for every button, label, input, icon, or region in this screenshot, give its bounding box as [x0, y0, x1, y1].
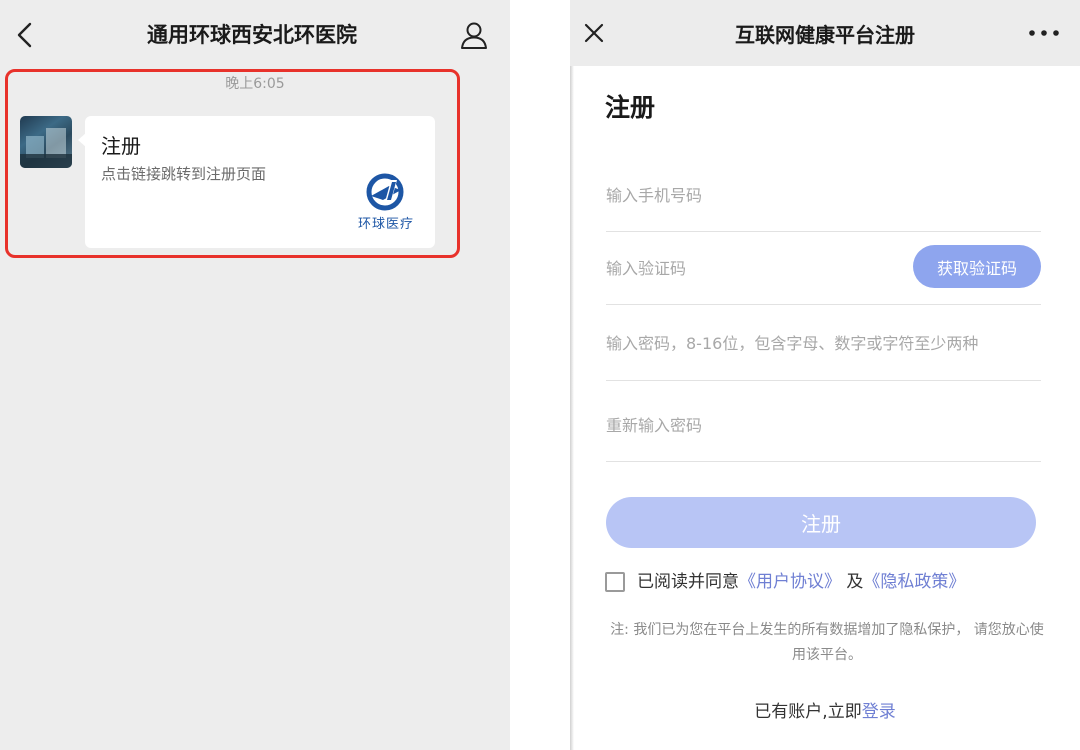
confirm-password-input[interactable] [606, 410, 906, 440]
get-code-button[interactable]: 获取验证码 [913, 245, 1041, 288]
agreement-prefix: 已阅读并同意 [637, 572, 739, 592]
user-agreement-link[interactable]: 《用户协议》 [739, 572, 841, 592]
privacy-policy-link[interactable]: 《隐私政策》 [863, 572, 965, 592]
register-header-title: 互联网健康平台注册 [735, 23, 915, 47]
register-button[interactable]: 注册 [606, 497, 1036, 548]
confirm-password-row [606, 381, 1041, 462]
agreement-text: 已阅读并同意《用户协议》 及《隐私政策》 [637, 569, 965, 595]
register-header: 互联网健康平台注册 [570, 0, 1080, 66]
verification-code-input[interactable] [606, 253, 886, 283]
user-icon[interactable] [458, 19, 490, 51]
page-title: 注册 [605, 93, 656, 122]
chat-title: 通用环球西安北环医院 [147, 23, 357, 47]
agreement-conjunction: 及 [841, 572, 864, 592]
login-prompt-text: 已有账户,立即 [754, 702, 862, 722]
privacy-note: 注: 我们已为您在平台上发生的所有数据增加了隐私保护， 请您放心使用该平台。 [610, 622, 1044, 663]
chat-header: 通用环球西安北环医院 [0, 0, 510, 70]
pane-shadow [570, 66, 574, 750]
phone-input[interactable] [606, 180, 906, 210]
register-pane: 互联网健康平台注册 注册 获取验证码 注册 已阅读并同意《用户协议》 及《隐私政… [570, 0, 1080, 750]
login-link[interactable]: 登录 [862, 702, 896, 722]
chat-pane: 通用环球西安北环医院 晚上6:05 注册 点击链接跳转到注册页面 环球医疗 [0, 0, 510, 750]
password-row [606, 305, 1041, 381]
highlight-box [5, 69, 460, 258]
agreement-row: 已阅读并同意《用户协议》 及《隐私政策》 [605, 569, 1045, 595]
password-input[interactable] [606, 328, 1041, 358]
pane-divider [510, 0, 570, 750]
agreement-checkbox[interactable] [605, 572, 625, 592]
phone-row [606, 160, 1041, 232]
more-dots-icon[interactable] [1026, 27, 1062, 39]
login-prompt: 已有账户,立即登录 [570, 699, 1080, 725]
code-row: 获取验证码 [606, 232, 1041, 305]
